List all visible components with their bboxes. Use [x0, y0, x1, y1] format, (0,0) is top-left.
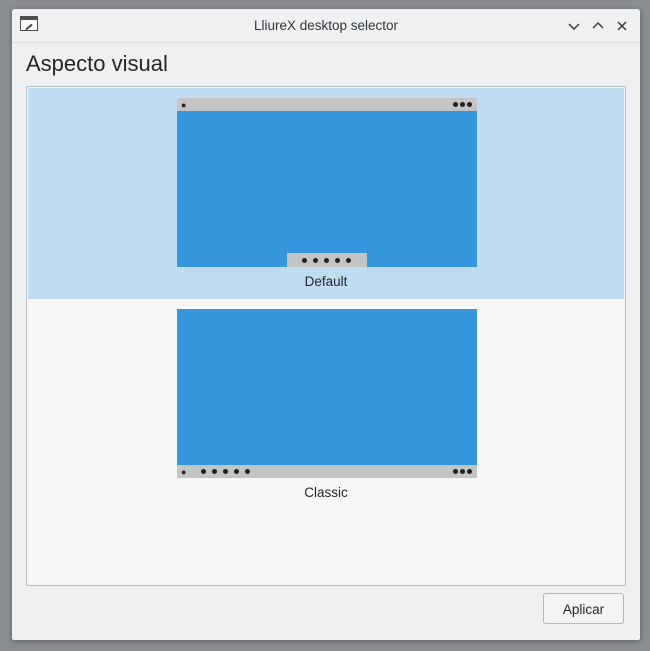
app-window: LliureX desktop selector Aspecto visual …	[12, 9, 640, 640]
bottom-panel: ●	[177, 465, 477, 478]
layout-label-classic: Classic	[304, 485, 348, 500]
apply-button[interactable]: Aplicar	[543, 593, 624, 624]
top-panel: ●	[177, 98, 477, 111]
window-title: LliureX desktop selector	[253, 18, 399, 33]
page-title: Aspecto visual	[26, 51, 168, 76]
layout-item-classic[interactable]: ● Classic	[28, 299, 624, 510]
close-icon	[617, 21, 627, 31]
minimize-button[interactable]	[564, 16, 584, 36]
maximize-button[interactable]	[588, 16, 608, 36]
layout-list[interactable]: ● Default ● Classic	[26, 86, 626, 586]
layout-label-default: Default	[304, 274, 348, 289]
layout-item-default[interactable]: ● Default	[28, 88, 624, 299]
taskbar-icons	[201, 469, 250, 474]
classic-layout-preview: ●	[177, 309, 477, 478]
chevron-down-icon	[568, 23, 580, 30]
launcher-icon: ●	[181, 467, 187, 477]
close-button[interactable]	[612, 16, 632, 36]
launcher-icon: ●	[181, 100, 187, 110]
tray-icons	[453, 102, 472, 107]
dock-panel	[287, 253, 367, 267]
title-bar[interactable]: LliureX desktop selector	[12, 9, 640, 43]
chevron-up-icon	[592, 22, 604, 29]
dock-icons	[302, 258, 351, 263]
tray-icons	[453, 469, 472, 474]
default-layout-preview: ●	[177, 98, 477, 267]
